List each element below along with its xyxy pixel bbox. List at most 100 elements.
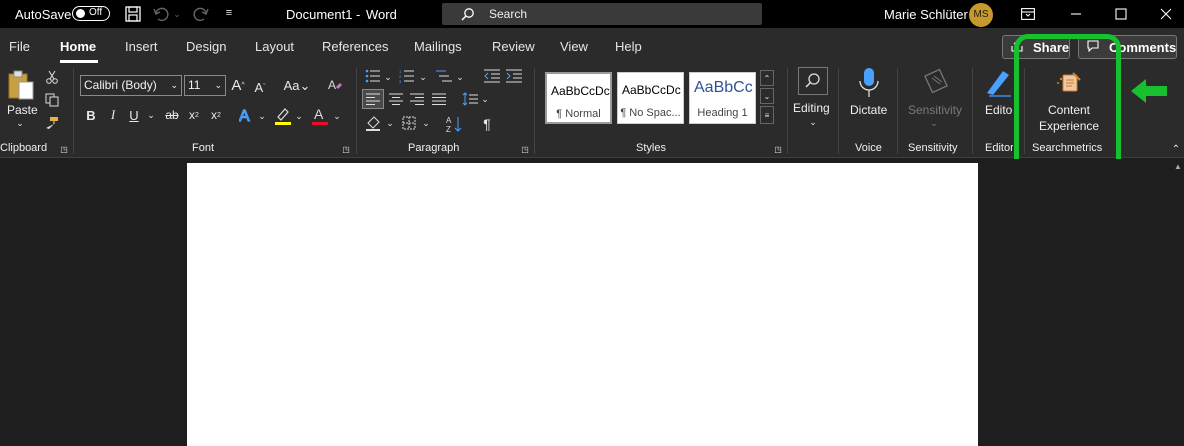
paste-dropdown-icon[interactable]: ⌄ (14, 118, 26, 128)
vertical-scrollbar[interactable]: ▲ (1172, 160, 1184, 446)
tab-references[interactable]: References (322, 39, 388, 54)
numbering-dropdown-icon[interactable]: ⌄ (418, 71, 428, 83)
multilevel-list-icon[interactable] (435, 68, 453, 84)
sensitivity-icon[interactable] (922, 66, 952, 98)
borders-dropdown-icon[interactable]: ⌄ (421, 117, 431, 129)
minimize-icon[interactable] (1068, 6, 1084, 22)
autosave-state: Off (89, 7, 103, 18)
style-normal[interactable]: AaBbCcDc ¶ Normal (545, 72, 612, 124)
text-effects-icon[interactable]: A (238, 104, 256, 126)
font-name-combo[interactable]: Calibri (Body) ⌄ (80, 75, 182, 96)
highlight-icon[interactable] (273, 105, 293, 127)
ribbon-display-icon[interactable] (1020, 6, 1036, 22)
highlight-dropdown-icon[interactable]: ⌄ (294, 110, 304, 122)
superscript-icon[interactable]: x2 (209, 106, 223, 124)
autosave-toggle[interactable]: Off (72, 6, 110, 21)
styles-scroll-up-icon[interactable]: ⌃ (760, 70, 774, 86)
tab-home[interactable]: Home (60, 39, 96, 54)
font-launcher-icon[interactable]: ◳ (341, 144, 351, 154)
strikethrough-icon[interactable]: ab (162, 106, 182, 124)
collapse-ribbon-icon[interactable]: ⌃ (1170, 144, 1182, 155)
sensitivity-dropdown-icon[interactable]: ⌄ (928, 118, 940, 128)
underline-dropdown-icon[interactable]: ⌄ (146, 108, 156, 122)
copy-icon[interactable] (44, 92, 60, 108)
tab-mailings[interactable]: Mailings (414, 39, 462, 54)
microphone-icon[interactable] (855, 66, 883, 100)
bullets-icon[interactable] (364, 68, 382, 84)
paragraph-launcher-icon[interactable]: ◳ (520, 144, 530, 154)
clear-formatting-icon[interactable]: A (326, 76, 344, 94)
voice-group-label: Voice (855, 142, 882, 154)
underline-icon[interactable]: U (127, 106, 141, 124)
editor-group-label: Editor (985, 142, 1013, 154)
style-no-spacing[interactable]: AaBbCcDc ¶ No Spac... (617, 72, 684, 124)
editing-label[interactable]: Editing (793, 101, 830, 115)
paste-icon[interactable] (5, 68, 37, 102)
tab-file[interactable]: File (9, 39, 30, 54)
dictate-label[interactable]: Dictate (850, 103, 887, 117)
font-color-dropdown-icon[interactable]: ⌄ (332, 110, 342, 122)
grow-font-icon[interactable]: A ^ (229, 75, 247, 95)
editor-button-label[interactable]: Editor (985, 103, 1013, 117)
subscript-icon[interactable]: x2 (187, 106, 201, 124)
align-center-icon[interactable] (387, 90, 405, 108)
style-name: ¶ Normal (556, 108, 601, 120)
svg-text:A: A (239, 108, 250, 124)
italic-icon[interactable]: I (106, 106, 120, 124)
cut-icon[interactable] (44, 69, 60, 85)
align-left-icon[interactable] (362, 89, 384, 109)
find-icon[interactable] (798, 67, 828, 95)
maximize-icon[interactable] (1113, 6, 1129, 22)
line-spacing-dropdown-icon[interactable]: ⌄ (480, 93, 490, 105)
bold-icon[interactable]: B (84, 106, 98, 124)
style-heading-1[interactable]: AaBbCc Heading 1 (689, 72, 756, 124)
undo-dropdown-icon[interactable]: ⌄ (172, 8, 182, 20)
redo-icon[interactable] (192, 5, 210, 23)
search-placeholder: Search (489, 7, 528, 21)
styles-scroll-down-icon[interactable]: ⌄ (760, 88, 774, 104)
scroll-up-icon[interactable]: ▲ (1174, 162, 1182, 171)
avatar[interactable]: MS (969, 3, 993, 27)
shrink-font-icon[interactable]: Aˇ (251, 77, 269, 97)
font-color-icon[interactable]: A (310, 105, 330, 127)
tab-help[interactable]: Help (615, 39, 642, 54)
justify-icon[interactable] (430, 90, 448, 108)
customize-toolbar-icon[interactable]: ≡ (222, 6, 236, 20)
change-case-icon[interactable]: Aa⌄ (282, 76, 312, 96)
text-effects-dropdown-icon[interactable]: ⌄ (257, 110, 267, 122)
tab-view[interactable]: View (560, 39, 588, 54)
format-painter-icon[interactable] (44, 115, 60, 131)
svg-text:A: A (314, 106, 324, 122)
sensitivity-button-label[interactable]: Sensitivity (908, 103, 962, 117)
shading-icon[interactable] (365, 114, 383, 132)
tab-review[interactable]: Review (492, 39, 535, 54)
paste-label[interactable]: Paste (7, 103, 38, 117)
clipboard-group-label: Clipboard (0, 142, 48, 154)
borders-icon[interactable] (400, 114, 418, 132)
multilevel-dropdown-icon[interactable]: ⌄ (455, 71, 465, 83)
decrease-indent-icon[interactable] (483, 68, 501, 84)
line-spacing-icon[interactable] (461, 90, 479, 108)
show-formatting-icon[interactable]: ¶ (479, 115, 495, 133)
clipboard-launcher-icon[interactable]: ◳ (59, 144, 69, 154)
document-page[interactable] (187, 163, 978, 446)
close-icon[interactable] (1158, 6, 1174, 22)
styles-launcher-icon[interactable]: ◳ (773, 144, 783, 154)
increase-indent-icon[interactable] (505, 68, 523, 84)
undo-icon[interactable] (152, 5, 170, 23)
sort-icon[interactable]: AZ (445, 114, 463, 134)
align-right-icon[interactable] (408, 90, 426, 108)
styles-more-icon[interactable]: ≡ (760, 106, 774, 124)
bullets-dropdown-icon[interactable]: ⌄ (383, 71, 393, 83)
numbering-icon[interactable]: 123 (398, 68, 416, 84)
font-size-combo[interactable]: 11 ⌄ (184, 75, 226, 96)
tab-design[interactable]: Design (186, 39, 226, 54)
shading-dropdown-icon[interactable]: ⌄ (385, 117, 395, 129)
editing-dropdown-icon[interactable]: ⌄ (807, 117, 819, 127)
tab-insert[interactable]: Insert (125, 39, 158, 54)
search-box[interactable]: Search (442, 3, 762, 25)
tab-layout[interactable]: Layout (255, 39, 294, 54)
user-name[interactable]: Marie Schlüter (884, 0, 968, 28)
save-icon[interactable] (124, 5, 142, 23)
editor-icon[interactable] (984, 66, 1014, 98)
